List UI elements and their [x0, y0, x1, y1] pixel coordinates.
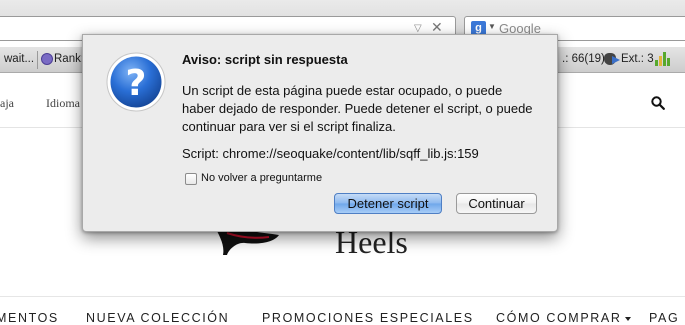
- menu-divider: [0, 296, 685, 297]
- seo-item-wait[interactable]: wait...: [4, 53, 34, 65]
- menu-item-mentos[interactable]: MENTOS: [0, 311, 59, 325]
- stop-script-button[interactable]: Detener script: [334, 193, 442, 214]
- menu-item-promociones[interactable]: PROMOCIONES ESPECIALES: [262, 311, 474, 325]
- arrow-right-icon: [612, 56, 620, 64]
- question-icon: ?: [106, 52, 166, 112]
- unresponsive-script-dialog: ? Aviso: script sin respuesta Un script …: [82, 34, 558, 232]
- seo-item-ext[interactable]: Ext.: 3: [621, 53, 654, 65]
- dialog-message: Un script de esta página puede estar ocu…: [182, 83, 533, 134]
- seo-item-count[interactable]: .: 66(19): [562, 53, 605, 65]
- menu-item-nueva-coleccion[interactable]: NUEVA COLECCIÓN: [86, 311, 229, 325]
- seo-item-rank[interactable]: Rank:: [54, 53, 84, 65]
- continue-button[interactable]: Continuar: [456, 193, 537, 214]
- menu-item-como-comprar-label: CÓMO COMPRAR: [496, 311, 622, 325]
- bar-chart-icon: [655, 52, 671, 66]
- url-history-dropdown-icon[interactable]: ▽: [414, 23, 422, 34]
- menu-item-pag[interactable]: PAG: [649, 311, 679, 325]
- question-mark-glyph: ?: [126, 63, 147, 104]
- toolbar-divider: [37, 51, 38, 69]
- nav-item-idioma[interactable]: Idioma: [46, 96, 80, 111]
- nav-item-caja[interactable]: aja: [0, 96, 14, 111]
- menu-item-como-comprar[interactable]: CÓMO COMPRAR: [496, 311, 632, 325]
- engine-chevron-down-icon[interactable]: ▼: [488, 22, 496, 31]
- site-main-menu: MENTOS NUEVA COLECCIÓN PROMOCIONES ESPEC…: [0, 311, 685, 325]
- chevron-down-icon: [625, 316, 632, 321]
- dialog-title: Aviso: script sin respuesta: [182, 52, 348, 67]
- rank-icon: [41, 53, 53, 65]
- dialog-script-path: Script: chrome://seoquake/content/lib/sq…: [182, 146, 479, 161]
- search-icon[interactable]: [651, 96, 665, 110]
- dont-ask-again-label[interactable]: No volver a preguntarme: [201, 172, 322, 184]
- dont-ask-again-checkbox[interactable]: [185, 173, 197, 185]
